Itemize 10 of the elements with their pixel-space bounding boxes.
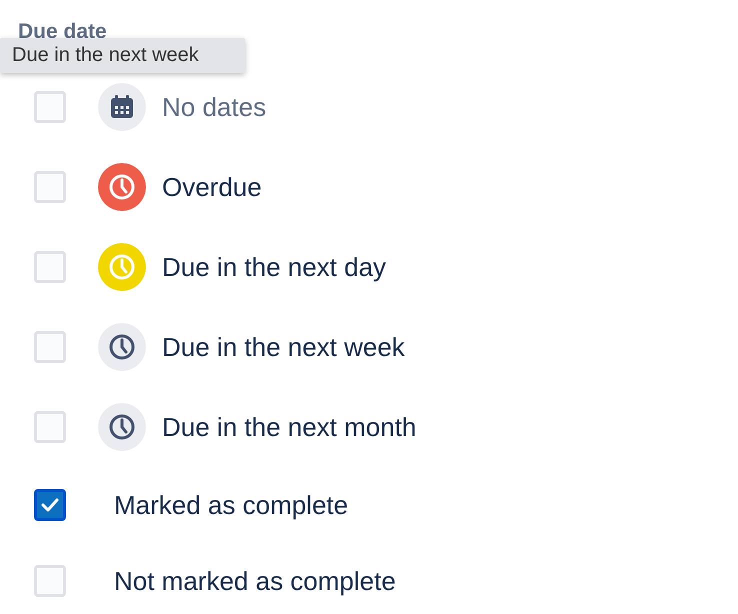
option-label[interactable]: Marked as complete <box>114 486 348 524</box>
check-icon <box>41 498 59 512</box>
option-label[interactable]: Due in the next month <box>162 408 416 446</box>
option-label[interactable]: Due in the next day <box>162 248 386 286</box>
tooltip: Due in the next week <box>0 38 245 73</box>
option-label[interactable]: Due in the next week <box>162 328 405 366</box>
option-label[interactable]: Not marked as complete <box>114 562 396 600</box>
checkbox[interactable] <box>34 489 66 521</box>
option-label[interactable]: Overdue <box>162 168 262 206</box>
option-label[interactable]: No dates <box>162 88 266 126</box>
